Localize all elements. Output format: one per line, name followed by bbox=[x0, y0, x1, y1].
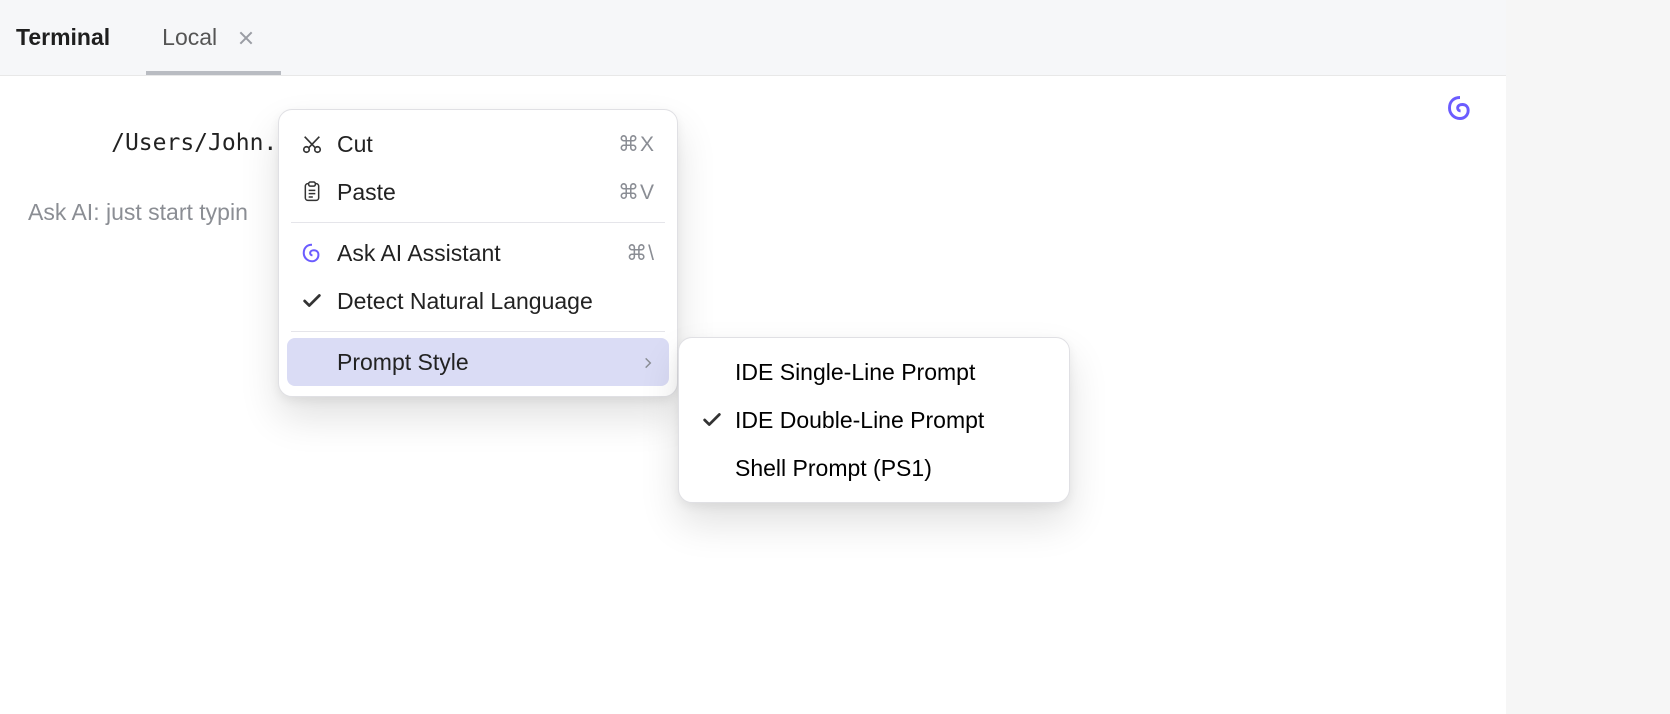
ai-assistant-icon bbox=[297, 242, 327, 264]
check-icon bbox=[297, 290, 327, 312]
menu-item-prompt-style[interactable]: Prompt Style bbox=[287, 338, 669, 386]
submenu-item-double-line[interactable]: IDE Double-Line Prompt bbox=[687, 396, 1061, 444]
context-menu: Cut ⌘X Paste ⌘V Ask AI Assistant bbox=[278, 109, 678, 397]
menu-label: Prompt Style bbox=[337, 349, 469, 376]
submenu-item-single-line[interactable]: IDE Single-Line Prompt bbox=[687, 348, 1061, 396]
submenu-label: Shell Prompt (PS1) bbox=[735, 455, 932, 482]
ai-assistant-icon[interactable] bbox=[1446, 94, 1474, 122]
menu-item-detect-nl[interactable]: Detect Natural Language bbox=[287, 277, 669, 325]
submenu-item-shell-ps1[interactable]: Shell Prompt (PS1) bbox=[687, 444, 1061, 492]
menu-separator bbox=[291, 222, 665, 223]
tab-local[interactable]: Local bbox=[158, 0, 257, 75]
menu-label: Cut bbox=[337, 131, 373, 158]
menu-label: Paste bbox=[337, 179, 396, 206]
shortcut-label: ⌘V bbox=[618, 180, 655, 205]
submenu-label: IDE Single-Line Prompt bbox=[735, 359, 975, 386]
menu-label: Detect Natural Language bbox=[337, 288, 593, 315]
paste-icon bbox=[297, 181, 327, 203]
prompt-style-submenu: IDE Single-Line Prompt IDE Double-Line P… bbox=[678, 337, 1070, 503]
panel-title: Terminal bbox=[16, 24, 110, 51]
menu-label: Ask AI Assistant bbox=[337, 240, 501, 267]
check-icon bbox=[697, 409, 727, 431]
tab-label: Local bbox=[162, 24, 217, 51]
menu-item-ask-ai[interactable]: Ask AI Assistant ⌘\ bbox=[287, 229, 669, 277]
terminal-panel: Terminal Local /Users/John.Doe/Documents… bbox=[0, 0, 1506, 714]
menu-item-cut[interactable]: Cut ⌘X bbox=[287, 120, 669, 168]
menu-item-paste[interactable]: Paste ⌘V bbox=[287, 168, 669, 216]
submenu-label: IDE Double-Line Prompt bbox=[735, 407, 984, 434]
prompt-line: /Users/John.Doe/Documents/demo git:[main… bbox=[28, 94, 1478, 194]
terminal-header: Terminal Local bbox=[0, 0, 1506, 76]
chevron-right-icon bbox=[641, 349, 655, 376]
menu-separator bbox=[291, 331, 665, 332]
tab-underline bbox=[146, 71, 281, 75]
cut-icon bbox=[297, 133, 327, 155]
close-icon[interactable] bbox=[239, 31, 253, 45]
ask-ai-hint: Ask AI: just start typin bbox=[28, 196, 1478, 229]
terminal-body[interactable]: /Users/John.Doe/Documents/demo git:[main… bbox=[0, 76, 1506, 247]
shortcut-label: ⌘\ bbox=[626, 241, 655, 266]
right-gutter bbox=[1506, 0, 1670, 714]
shortcut-label: ⌘X bbox=[618, 132, 655, 157]
